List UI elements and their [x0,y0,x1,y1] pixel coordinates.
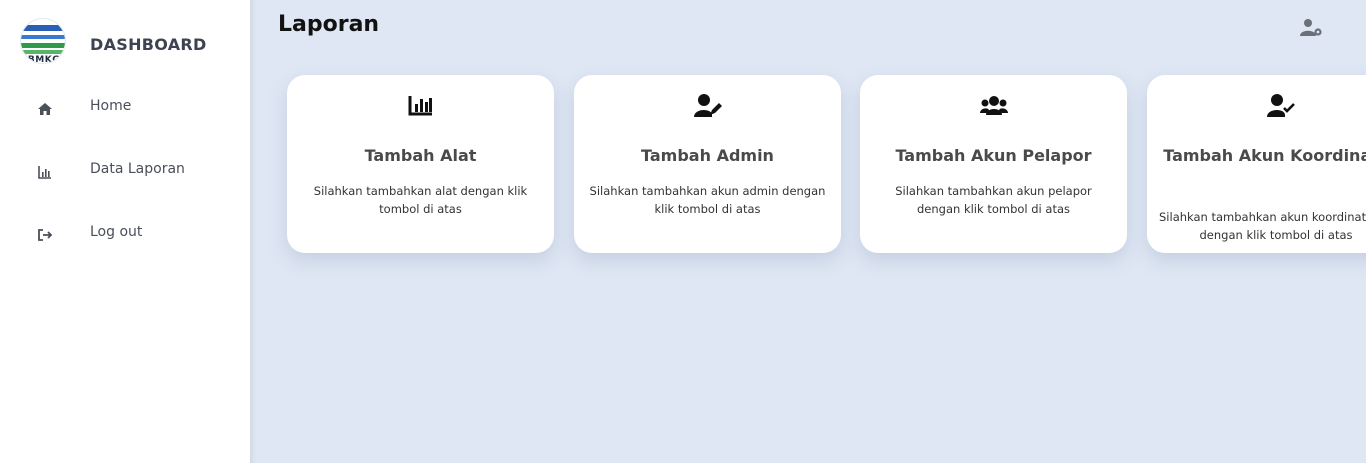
card-description: Silahkan tambahkan alat dengan klik tomb… [313,184,528,216]
users-icon [979,96,1008,115]
page-title: Laporan [278,12,380,37]
card-description: Silahkan tambahkan akun koordinator deng… [1159,208,1366,244]
sidebar: BMKG DASHBOARD Home Data Laporan Log out [0,0,250,463]
home-icon [38,103,52,115]
sidebar-item-data-laporan[interactable]: Data Laporan [0,151,250,191]
card-description-line: Silahkan tambahkan akun koordinator [1159,210,1366,224]
card-title: Tambah Akun Koordinator [1163,146,1366,165]
card-title: Tambah Alat [364,146,477,165]
bmkg-logo: BMKG [20,18,66,64]
sidebar-item-home[interactable]: Home [0,88,250,128]
card-tambah-admin[interactable]: Tambah Admin Silahkan tambahkan akun adm… [574,75,841,253]
sidebar-item-label: Home [90,98,132,114]
user-settings-icon[interactable] [1300,18,1324,38]
main-content: Laporan Tambah Alat Silahkan tambahkan a… [250,0,1366,463]
sidebar-item-label: Log out [90,224,143,240]
chart-icon [408,96,432,116]
bar-chart-icon [38,166,51,179]
sidebar-item-label: Data Laporan [90,161,185,177]
logout-icon [38,229,53,241]
card-title: Tambah Akun Pelapor [895,146,1092,165]
card-tambah-akun-pelapor[interactable]: Tambah Akun Pelapor Silahkan tambahkan a… [860,75,1127,253]
card-tambah-akun-koordinator[interactable]: Tambah Akun Koordinator Silahkan tambahk… [1147,75,1366,253]
card-title: Tambah Admin [641,146,774,165]
logo-text: BMKG [27,55,61,64]
card-description: Silahkan tambahkan akun pelapor dengan k… [895,184,1092,216]
user-edit-icon [693,94,722,117]
card-tambah-alat[interactable]: Tambah Alat Silahkan tambahkan alat deng… [287,75,554,253]
brand[interactable]: BMKG DASHBOARD [18,18,218,68]
card-description-line: dengan klik tombol di atas [1199,228,1353,242]
sidebar-item-logout[interactable]: Log out [0,214,250,254]
user-check-icon [1266,94,1295,117]
brand-title: DASHBOARD [90,35,207,54]
card-description: Silahkan tambahkan akun admin dengan kli… [589,184,826,216]
